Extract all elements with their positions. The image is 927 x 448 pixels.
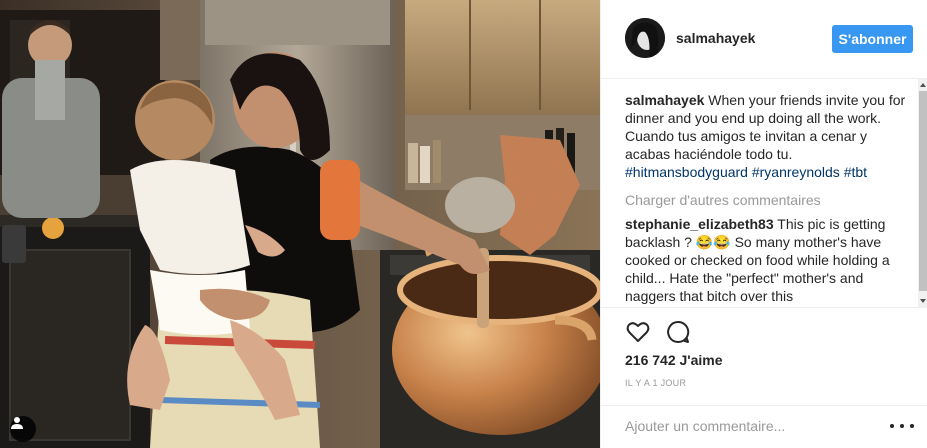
dot — [910, 424, 914, 428]
post-timestamp[interactable]: IL Y A 1 JOUR — [625, 378, 686, 388]
heart-glyph — [626, 322, 650, 342]
comments-scrollbar[interactable] — [918, 79, 927, 307]
post-photo[interactable] — [0, 0, 600, 448]
post-actions: 216 742 J'aime IL Y A 1 JOUR — [601, 307, 927, 405]
heart-icon[interactable] — [625, 319, 651, 345]
comments-section: salmahayek When your friends invite you … — [601, 79, 927, 307]
author-username[interactable]: salmahayek — [676, 30, 755, 46]
comment-input[interactable] — [625, 414, 885, 438]
list-item: stephanie_elizabeth83 This pic is gettin… — [625, 215, 911, 305]
post-header: salmahayek S'abonner — [601, 0, 927, 79]
load-more-comments-link[interactable]: Charger d'autres commentaires — [625, 191, 911, 209]
dot — [900, 424, 904, 428]
post-side-panel: salmahayek S'abonner salmahayek When you… — [600, 0, 927, 448]
dot — [890, 424, 894, 428]
kitchen-scene-image — [0, 0, 600, 448]
instagram-post: salmahayek S'abonner salmahayek When you… — [0, 0, 927, 448]
comment-username[interactable]: stephanie_elizabeth83 — [625, 216, 774, 232]
caption: salmahayek When your friends invite you … — [625, 91, 911, 181]
person-glyph — [11, 417, 23, 429]
more-options-icon[interactable] — [890, 416, 914, 436]
scroll-up-arrow-icon[interactable] — [920, 83, 926, 87]
scrollbar-thumb[interactable] — [919, 91, 927, 291]
caption-hashtags[interactable]: #hitmansbodyguard #ryanreynolds #tbt — [625, 164, 867, 180]
scroll-down-arrow-icon[interactable] — [920, 299, 926, 303]
author-avatar[interactable] — [625, 18, 665, 58]
follow-button[interactable]: S'abonner — [832, 25, 913, 53]
comment-bubble-icon[interactable] — [665, 319, 691, 345]
user-tag-icon[interactable] — [10, 416, 36, 442]
caption-username[interactable]: salmahayek — [625, 92, 704, 108]
add-comment-bar — [601, 405, 927, 448]
comment-list: salmahayek When your friends invite you … — [625, 91, 911, 307]
comment-bubble-glyph — [667, 320, 690, 343]
avatar-image — [625, 18, 665, 58]
like-count[interactable]: 216 742 J'aime — [625, 352, 723, 368]
